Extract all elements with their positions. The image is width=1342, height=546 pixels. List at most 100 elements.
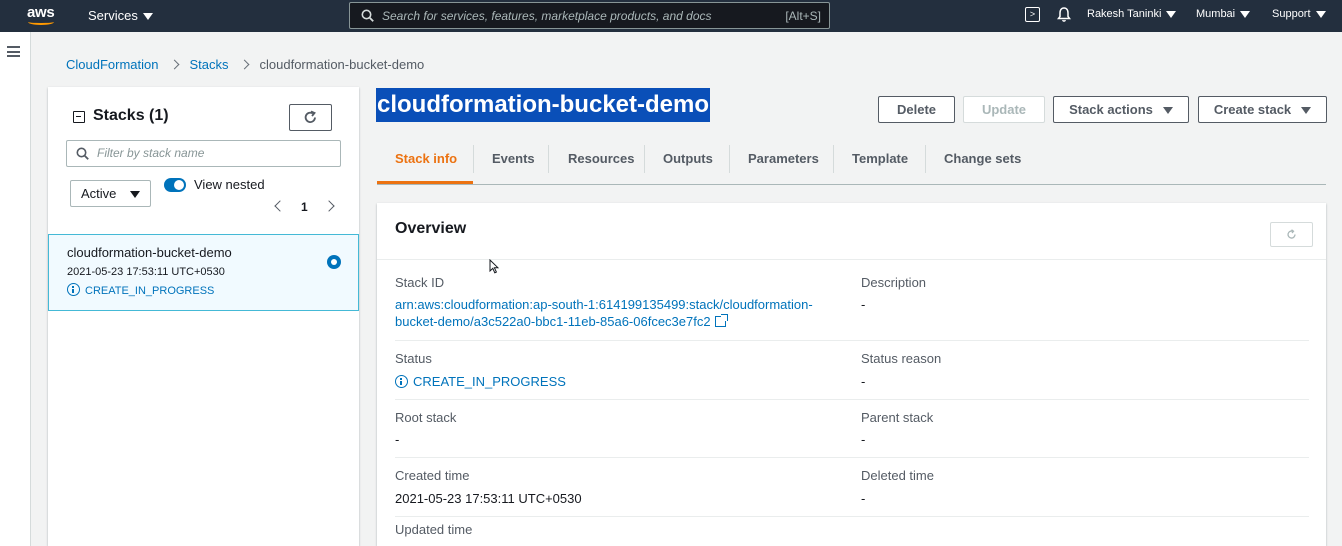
description-value: - bbox=[861, 297, 866, 312]
tab-divider bbox=[473, 145, 474, 173]
stack-list-item[interactable]: cloudformation-bucket-demo 2021-05-23 17… bbox=[48, 234, 359, 311]
stack-select-radio[interactable] bbox=[327, 255, 341, 269]
status-filter-value: Active bbox=[81, 186, 117, 201]
user-menu[interactable]: Rakesh Taninki bbox=[1087, 8, 1177, 20]
region-menu[interactable]: Mumbai bbox=[1196, 8, 1251, 20]
stack-actions-label: Stack actions bbox=[1069, 102, 1153, 117]
page-number[interactable]: 1 bbox=[301, 200, 308, 214]
chevron-right-icon[interactable] bbox=[323, 200, 335, 212]
info-icon bbox=[67, 283, 80, 296]
row-divider bbox=[395, 399, 1309, 400]
tab-events[interactable]: Events bbox=[492, 151, 535, 166]
refresh-button[interactable] bbox=[289, 104, 332, 131]
tab-outputs[interactable]: Outputs bbox=[663, 151, 713, 166]
support-label: Support bbox=[1272, 8, 1311, 20]
services-label: Services bbox=[88, 8, 138, 23]
status-value: CREATE_IN_PROGRESS bbox=[395, 373, 566, 390]
support-menu[interactable]: Support bbox=[1272, 8, 1326, 20]
parent-stack-label: Parent stack bbox=[861, 410, 934, 425]
created-time-label: Created time bbox=[395, 468, 470, 483]
breadcrumb-current: cloudformation-bucket-demo bbox=[259, 57, 425, 72]
row-divider bbox=[395, 516, 1309, 517]
aws-logo-smile bbox=[28, 19, 54, 25]
description-label: Description bbox=[861, 275, 927, 290]
root-stack-label: Root stack bbox=[395, 410, 457, 425]
status-filter-select[interactable]: Active bbox=[70, 180, 151, 207]
stacks-panel: Stacks (1) Active View nested 1 cloudfor… bbox=[48, 87, 359, 546]
info-icon bbox=[395, 375, 408, 388]
overview-refresh-button[interactable] bbox=[1270, 222, 1313, 247]
chevron-right-icon bbox=[169, 59, 179, 70]
tab-stack-info[interactable]: Stack info bbox=[395, 151, 457, 166]
create-stack-button[interactable]: Create stack bbox=[1198, 96, 1327, 123]
stack-status: CREATE_IN_PROGRESS bbox=[67, 283, 214, 297]
view-nested-label: View nested bbox=[194, 177, 265, 192]
view-nested-toggle[interactable] bbox=[164, 178, 186, 192]
region-name: Mumbai bbox=[1196, 8, 1236, 20]
breadcrumb-stacks[interactable]: Stacks bbox=[190, 57, 229, 72]
status-label: Status bbox=[395, 351, 432, 366]
active-tab-indicator bbox=[377, 181, 473, 184]
overview-title: Overview bbox=[395, 220, 467, 237]
stack-id-link[interactable]: arn:aws:cloudformation:ap-south-1:614199… bbox=[395, 296, 813, 330]
refresh-icon bbox=[304, 110, 316, 123]
status-reason-label: Status reason bbox=[861, 351, 942, 366]
search-shortcut: [Alt+S] bbox=[785, 9, 821, 23]
chevron-left-icon[interactable] bbox=[274, 200, 286, 212]
refresh-icon bbox=[1287, 229, 1296, 239]
created-time-value: 2021-05-23 17:53:11 UTC+0530 bbox=[395, 491, 582, 506]
caret-down-icon bbox=[130, 191, 140, 198]
deleted-time-label: Deleted time bbox=[861, 468, 934, 483]
root-stack-value: - bbox=[395, 432, 400, 447]
search-icon bbox=[76, 147, 89, 160]
row-divider bbox=[395, 340, 1309, 341]
caret-down-icon bbox=[1162, 107, 1173, 115]
tab-change-sets[interactable]: Change sets bbox=[944, 151, 1021, 166]
search-placeholder: Search for services, features, marketpla… bbox=[382, 9, 712, 23]
stack-id-line2: bucket-demo/a3c522a0-bbc1-11eb-85a6-06fc… bbox=[395, 314, 711, 329]
create-stack-label: Create stack bbox=[1213, 102, 1292, 117]
search-icon bbox=[361, 9, 374, 22]
status-text: CREATE_IN_PROGRESS bbox=[413, 374, 566, 389]
tab-divider bbox=[644, 145, 645, 173]
stacks-title: Stacks (1) bbox=[93, 107, 169, 124]
stack-created-time: 2021-05-23 17:53:11 UTC+0530 bbox=[67, 266, 225, 278]
parent-stack-value: - bbox=[861, 432, 866, 447]
side-rail bbox=[0, 32, 31, 546]
services-menu[interactable]: Services bbox=[88, 8, 153, 23]
tab-template[interactable]: Template bbox=[852, 151, 908, 166]
caret-down-icon bbox=[142, 13, 153, 21]
menu-icon[interactable] bbox=[7, 46, 20, 57]
updated-time-label: Updated time bbox=[395, 522, 473, 537]
update-button[interactable]: Update bbox=[963, 96, 1045, 123]
cloudshell-icon[interactable]: > bbox=[1025, 7, 1040, 22]
stack-actions-button[interactable]: Stack actions bbox=[1053, 96, 1189, 123]
filter-stack-input[interactable] bbox=[66, 140, 341, 167]
aws-logo[interactable]: aws bbox=[27, 4, 59, 28]
stack-tabs: Stack info Events Resources Outputs Para… bbox=[377, 141, 1326, 185]
user-name: Rakesh Taninki bbox=[1087, 8, 1162, 20]
filter-stack-field[interactable] bbox=[97, 146, 332, 160]
breadcrumb-cloudformation[interactable]: CloudFormation bbox=[66, 57, 159, 72]
caret-down-icon bbox=[1315, 10, 1326, 18]
stack-status-text: CREATE_IN_PROGRESS bbox=[85, 285, 215, 297]
tab-resources[interactable]: Resources bbox=[568, 151, 634, 166]
status-reason-value: - bbox=[861, 374, 866, 389]
breadcrumb: CloudFormation Stacks cloudformation-bucke… bbox=[66, 57, 424, 72]
chevron-right-icon bbox=[239, 59, 249, 70]
tab-parameters[interactable]: Parameters bbox=[748, 151, 819, 166]
tab-divider bbox=[925, 145, 926, 173]
bell-icon[interactable] bbox=[1056, 6, 1072, 23]
stack-id-label: Stack ID bbox=[395, 275, 445, 290]
page-title: cloudformation-bucket-demo bbox=[376, 88, 711, 122]
overview-panel: Overview Stack ID arn:aws:cloudformation… bbox=[377, 203, 1326, 546]
global-search-input[interactable]: Search for services, features, marketpla… bbox=[349, 2, 830, 29]
delete-button[interactable]: Delete bbox=[878, 96, 955, 123]
overview-header: Overview bbox=[377, 203, 1326, 260]
tab-divider bbox=[548, 145, 549, 173]
collapse-icon[interactable] bbox=[73, 111, 85, 123]
tab-divider bbox=[833, 145, 834, 173]
stack-name: cloudformation-bucket-demo bbox=[67, 245, 232, 260]
top-navigation: aws Services Search for services, featur… bbox=[0, 0, 1342, 32]
tab-divider bbox=[729, 145, 730, 173]
